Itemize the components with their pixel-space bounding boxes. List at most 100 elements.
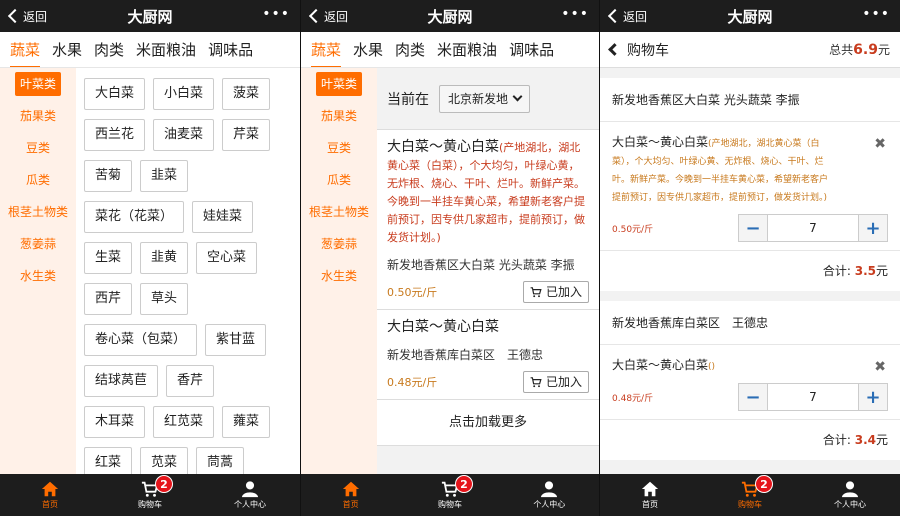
product-price: 0.48元/斤 xyxy=(387,376,438,389)
user-icon xyxy=(541,481,558,498)
more-menu-icon[interactable]: ••• xyxy=(862,7,890,21)
sidebar-item-leafy[interactable]: 叶菜类 xyxy=(301,68,377,100)
tag-item[interactable]: 芹菜 xyxy=(222,119,271,151)
tag-item[interactable]: 韭黄 xyxy=(140,242,189,274)
tab-fruit[interactable]: 水果 xyxy=(353,32,383,67)
cart-header: 购物车 总共6.9元 xyxy=(600,32,900,68)
location-select[interactable]: 北京新发地 xyxy=(439,84,531,113)
tab-seasoning[interactable]: 调味品 xyxy=(208,32,253,67)
quantity-input[interactable]: 7 xyxy=(768,214,858,242)
cart-back-button[interactable]: 购物车 xyxy=(608,40,669,60)
subcategory-sidebar: 叶菜类 茄果类 豆类 瓜类 根茎土物类 葱姜蒜 水生类 xyxy=(301,68,377,474)
back-button[interactable]: 返回 xyxy=(307,0,348,32)
product-list: 当前在 北京新发地 大白菜～黄心白菜 (产地湖北，湖北黄心菜（白菜），个大均匀，叶… xyxy=(377,68,599,474)
tag-item[interactable]: 大白菜 xyxy=(84,78,146,110)
chevron-down-icon xyxy=(512,91,523,101)
more-menu-icon[interactable]: ••• xyxy=(262,7,290,21)
user-icon xyxy=(241,481,259,498)
tag-item[interactable]: 苦菊 xyxy=(84,160,133,192)
tab-profile[interactable]: 个人中心 xyxy=(800,474,900,516)
back-button[interactable]: 返回 xyxy=(6,0,47,32)
sidebar-item-melons[interactable]: 瓜类 xyxy=(301,164,377,196)
added-to-cart-button[interactable]: 已加入 xyxy=(522,281,589,303)
tab-cart-label: 购物车 xyxy=(437,500,462,509)
tag-item[interactable]: 空心菜 xyxy=(196,242,258,274)
quantity-input[interactable]: 7 xyxy=(768,383,858,411)
increment-button[interactable]: + xyxy=(858,214,888,242)
tag-item[interactable]: 菠菜 xyxy=(222,78,271,110)
tab-home-label: 首页 xyxy=(42,500,58,509)
decrement-button[interactable]: − xyxy=(738,383,768,411)
sidebar-item-beans[interactable]: 豆类 xyxy=(301,132,377,164)
cart-icon xyxy=(530,377,542,388)
tag-item[interactable]: 卷心菜（包菜） xyxy=(84,324,198,356)
tag-item[interactable]: 红菜 xyxy=(84,447,133,474)
sidebar-item-fruit-veg[interactable]: 茄果类 xyxy=(0,100,76,132)
tab-seasoning[interactable]: 调味品 xyxy=(509,32,554,67)
tab-home[interactable]: 首页 xyxy=(600,474,700,516)
sidebar-item-melons[interactable]: 瓜类 xyxy=(0,164,76,196)
product-description: (产地湖北，湖北黄心菜（白菜），个大均匀，叶绿心黄，无炸根、烧心、干叶、烂叶。新… xyxy=(387,141,585,244)
load-more-button[interactable]: 点击加载更多 xyxy=(377,400,599,446)
back-button[interactable]: 返回 xyxy=(606,0,647,32)
tag-item[interactable]: 生菜 xyxy=(84,242,133,274)
product-card: 大白菜～黄心白菜 新发地香蕉库白菜区 王德忠 0.48元/斤 已加入 xyxy=(377,310,599,400)
tab-vegetables[interactable]: 蔬菜 xyxy=(311,32,342,67)
added-to-cart-button[interactable]: 已加入 xyxy=(522,371,589,393)
home-icon xyxy=(41,481,59,497)
tab-home-label: 首页 xyxy=(642,500,658,509)
product-name: 大白菜～黄心白菜 xyxy=(387,319,499,335)
tag-item[interactable]: 香芹 xyxy=(166,365,215,397)
tag-item[interactable]: 娃娃菜 xyxy=(192,201,254,233)
tab-profile[interactable]: 个人中心 xyxy=(500,474,599,516)
tab-meat[interactable]: 肉类 xyxy=(94,32,124,67)
sidebar-item-roots[interactable]: 根茎土物类 xyxy=(301,196,377,228)
sidebar-item-aquatic[interactable]: 水生类 xyxy=(301,260,377,292)
tag-item[interactable]: 草头 xyxy=(140,283,189,315)
increment-button[interactable]: + xyxy=(858,383,888,411)
tab-grain-oil[interactable]: 米面粮油 xyxy=(437,32,497,67)
location-label: 当前在 xyxy=(387,91,429,108)
sidebar-item-fruit-veg[interactable]: 茄果类 xyxy=(301,100,377,132)
tab-home[interactable]: 首页 xyxy=(0,474,100,516)
tag-item[interactable]: 菜花（花菜） xyxy=(84,201,185,233)
cart-count-badge: 2 xyxy=(155,475,173,493)
remove-item-icon[interactable]: ✖ xyxy=(874,136,886,152)
tag-item[interactable]: 茼蒿 xyxy=(196,447,245,474)
tab-vegetables[interactable]: 蔬菜 xyxy=(10,32,41,67)
tab-cart[interactable]: 购物车 2 xyxy=(100,474,200,516)
tab-fruit[interactable]: 水果 xyxy=(52,32,82,67)
tag-item[interactable]: 紫甘蓝 xyxy=(205,324,267,356)
tab-grain-oil[interactable]: 米面粮油 xyxy=(136,32,196,67)
tag-item[interactable]: 蕹菜 xyxy=(222,406,271,438)
tab-cart[interactable]: 购物车 2 xyxy=(400,474,499,516)
sidebar-item-onion-ginger[interactable]: 葱姜蒜 xyxy=(0,228,76,260)
tag-item[interactable]: 韭菜 xyxy=(140,160,189,192)
cart-item: 大白菜～黄心白菜(产地湖北，湖北黄心菜（白菜），个大均匀、叶绿心黄、无炸根、烧心… xyxy=(600,122,900,251)
tag-item[interactable]: 西兰花 xyxy=(84,119,146,151)
tag-item[interactable]: 小白菜 xyxy=(153,78,215,110)
remove-item-icon[interactable]: ✖ xyxy=(874,359,886,375)
sidebar-item-aquatic[interactable]: 水生类 xyxy=(0,260,76,292)
tag-item[interactable]: 木耳菜 xyxy=(84,406,146,438)
sidebar-item-leafy[interactable]: 叶菜类 xyxy=(0,68,76,100)
tag-item[interactable]: 苋菜 xyxy=(140,447,189,474)
subcategory-sidebar: 叶菜类 茄果类 豆类 瓜类 根茎土物类 葱姜蒜 水生类 xyxy=(0,68,76,474)
tag-item[interactable]: 西芹 xyxy=(84,283,133,315)
sidebar-item-onion-ginger[interactable]: 葱姜蒜 xyxy=(301,228,377,260)
tab-profile-label: 个人中心 xyxy=(834,500,866,509)
tab-meat[interactable]: 肉类 xyxy=(395,32,425,67)
back-label: 返回 xyxy=(23,9,48,24)
tag-item[interactable]: 结球莴苣 xyxy=(84,365,159,397)
tab-cart[interactable]: 购物车 2 xyxy=(700,474,800,516)
tab-home[interactable]: 首页 xyxy=(301,474,400,516)
panel-product-list: 返回 大厨网 ••• 蔬菜 水果 肉类 米面粮油 调味品 叶菜类 茄果类 豆类 … xyxy=(301,0,599,516)
sidebar-item-beans[interactable]: 豆类 xyxy=(0,132,76,164)
tab-profile[interactable]: 个人中心 xyxy=(200,474,300,516)
sidebar-item-roots[interactable]: 根茎土物类 xyxy=(0,196,76,228)
tag-item[interactable]: 油麦菜 xyxy=(153,119,215,151)
tag-item[interactable]: 红苋菜 xyxy=(153,406,215,438)
more-menu-icon[interactable]: ••• xyxy=(561,7,589,21)
decrement-button[interactable]: − xyxy=(738,214,768,242)
vegetable-tag-list: 大白菜 小白菜 菠菜 西兰花 油麦菜 芹菜 苦菊 韭菜 菜花（花菜） 娃娃菜 生菜 韭黄 空心菜… xyxy=(76,68,300,474)
